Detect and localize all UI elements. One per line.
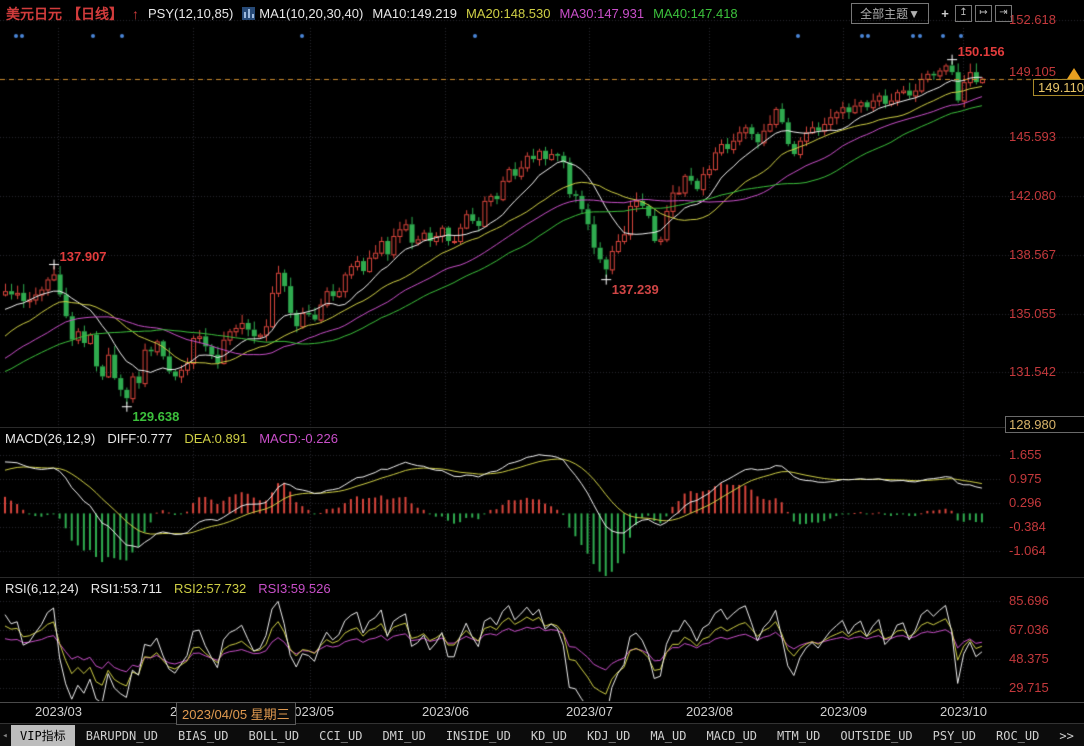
tab-INSIDE_UD[interactable]: INSIDE_UD	[437, 727, 520, 745]
date-label: 2023/09	[820, 704, 867, 719]
tab-ROC_UD[interactable]: ROC_UD	[987, 727, 1048, 745]
toolbar: 美元日元 【日线】 ↑ PSY(12,10,85) MA1(10,20,30,4…	[0, 0, 1084, 27]
price-axis-label: 142.080	[1009, 188, 1056, 203]
tab-scroll-left[interactable]: ◂	[0, 731, 10, 741]
ma40-value: MA40:147.418	[653, 6, 738, 21]
current-price-box: 149.110	[1033, 79, 1084, 96]
date-label: 2023/03	[35, 704, 82, 719]
indicator-chart-icon	[242, 7, 255, 20]
ma20-value: MA20:148.530	[466, 6, 551, 21]
macd-axis-label: -1.064	[1009, 543, 1046, 558]
tab-CCI_UD[interactable]: CCI_UD	[310, 727, 371, 745]
tab-KD_UD[interactable]: KD_UD	[522, 727, 576, 745]
pane-min-price-box: 128.980	[1005, 416, 1084, 433]
tab-DMI_UD[interactable]: DMI_UD	[373, 727, 434, 745]
period-label[interactable]: 【日线】	[67, 4, 123, 24]
rsi2-value: RSI2:57.732	[174, 581, 246, 596]
tab-MTM_UD[interactable]: MTM_UD	[768, 727, 829, 745]
pane-divider	[0, 427, 1084, 428]
tab-BIAS_UD[interactable]: BIAS_UD	[169, 727, 238, 745]
tab-PSY_UD[interactable]: PSY_UD	[924, 727, 985, 745]
extreme-price-label: 150.156	[958, 44, 1005, 59]
date-label: 2023/08	[686, 704, 733, 719]
macd-macd-value: MACD:-0.226	[259, 431, 338, 446]
theme-select-button[interactable]: 全部主题▼	[851, 3, 929, 24]
date-label: 2023/10	[940, 704, 987, 719]
ma-group-label[interactable]: MA1(10,20,30,40)	[259, 6, 363, 21]
rsi1-value: RSI1:53.711	[91, 581, 162, 596]
crosshair-date-tooltip: 2023/04/05 星期三	[176, 702, 296, 725]
rsi-axis-label: 85.696	[1009, 593, 1049, 608]
date-label: 2023/07	[566, 704, 613, 719]
tab-MA_UD[interactable]: MA_UD	[641, 727, 695, 745]
psy-indicator-label[interactable]: PSY(12,10,85)	[148, 6, 233, 21]
price-axis-label: 131.542	[1009, 364, 1056, 379]
macd-axis-label: 0.975	[1009, 471, 1042, 486]
macd-axis-label: 0.296	[1009, 495, 1042, 510]
ma10-value: MA10:149.219	[372, 6, 457, 21]
trading-app-window: 美元日元 【日线】 ↑ PSY(12,10,85) MA1(10,20,30,4…	[0, 0, 1084, 746]
chart-canvas[interactable]	[0, 0, 1084, 746]
toolbar-icon-group: + ↥ ↦ ⇥	[938, 5, 1012, 22]
crosshair-icon[interactable]: +	[938, 6, 952, 21]
pane-divider	[0, 577, 1084, 578]
macd-dea-value: DEA:0.891	[184, 431, 247, 446]
rsi-header: RSI(6,12,24) RSI1:53.711 RSI2:57.732 RSI…	[5, 581, 331, 596]
macd-axis-label: -0.384	[1009, 519, 1046, 534]
pane-up-icon[interactable]: ↥	[955, 5, 972, 22]
tab-VIP指标[interactable]: VIP指标	[11, 725, 75, 746]
price-axis-label: 145.593	[1009, 129, 1056, 144]
tab-BOLL_UD[interactable]: BOLL_UD	[240, 727, 309, 745]
symbol-name[interactable]: 美元日元	[6, 4, 62, 24]
pane-right-icon[interactable]: ↦	[975, 5, 992, 22]
tab-BARUPDN_UD[interactable]: BARUPDN_UD	[77, 727, 167, 745]
extreme-price-label: 137.239	[612, 282, 659, 297]
tabs-more[interactable]: >>	[1050, 727, 1082, 745]
rsi-axis-label: 48.375	[1009, 651, 1049, 666]
macd-diff-value: DIFF:0.777	[107, 431, 172, 446]
tab-MACD_UD[interactable]: MACD_UD	[697, 727, 766, 745]
macd-header: MACD(26,12,9) DIFF:0.777 DEA:0.891 MACD:…	[5, 431, 338, 446]
price-up-arrow-icon	[1067, 68, 1081, 79]
rsi-axis-label: 29.715	[1009, 680, 1049, 695]
rsi3-value: RSI3:59.526	[258, 581, 330, 596]
date-axis-line	[0, 702, 1084, 703]
price-axis-label: 149.105	[1009, 64, 1056, 79]
macd-indicator-label[interactable]: MACD(26,12,9)	[5, 431, 95, 446]
price-axis-label: 135.055	[1009, 306, 1056, 321]
pop-out-icon[interactable]: ⇥	[995, 5, 1012, 22]
ma30-value: MA30:147.931	[560, 6, 645, 21]
rsi-indicator-label[interactable]: RSI(6,12,24)	[5, 581, 79, 596]
tab-KDJ_UD[interactable]: KDJ_UD	[578, 727, 639, 745]
price-axis-label: 138.567	[1009, 247, 1056, 262]
tab-OUTSIDE_UD[interactable]: OUTSIDE_UD	[831, 727, 921, 745]
macd-axis-label: 1.655	[1009, 447, 1042, 462]
up-arrow-icon: ↑	[132, 6, 139, 22]
extreme-price-label: 137.907	[60, 249, 107, 264]
extreme-price-label: 129.638	[132, 409, 179, 424]
rsi-axis-label: 67.036	[1009, 622, 1049, 637]
indicator-tab-bar: ◂ VIP指标BARUPDN_UDBIAS_UDBOLL_UDCCI_UDDMI…	[0, 723, 1084, 746]
date-label: 2023/06	[422, 704, 469, 719]
